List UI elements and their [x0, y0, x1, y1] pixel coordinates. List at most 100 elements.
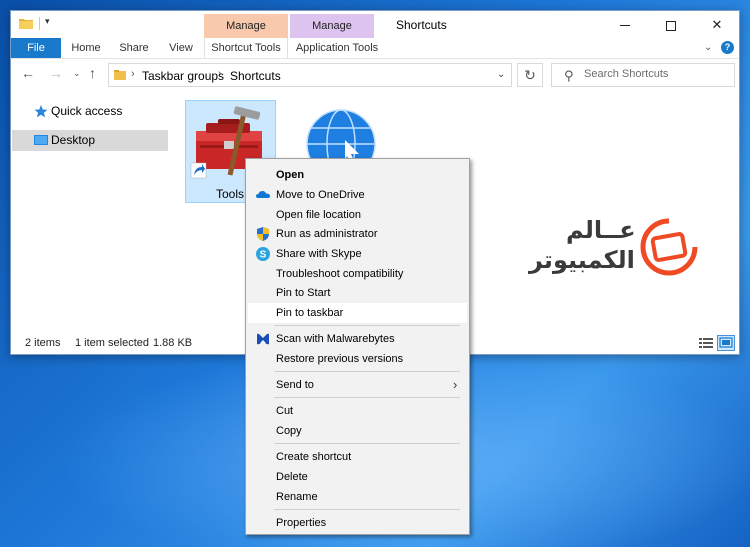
menu-item-label: Properties: [276, 517, 327, 529]
menu-item-run-as-administrator[interactable]: Run as administrator: [248, 224, 467, 244]
nav-item-label: Desktop: [51, 133, 96, 147]
breadcrumb-separator[interactable]: ›: [131, 68, 135, 80]
computer-world-logo-icon: [640, 218, 698, 276]
status-selected-size: 1.88 KB: [153, 337, 193, 349]
nav-item-label: Quick access: [51, 104, 123, 118]
menu-item-pin-to-start[interactable]: Pin to Start: [248, 283, 467, 303]
menu-item-cut[interactable]: Cut: [248, 401, 467, 421]
menu-item-copy[interactable]: Copy: [248, 421, 467, 441]
menu-item-restore-previous-versions[interactable]: Restore previous versions: [248, 349, 467, 369]
menu-item-troubleshoot-compatibility[interactable]: Troubleshoot compatibility: [248, 264, 467, 284]
desktop-icon: [34, 135, 48, 145]
breadcrumb-shortcuts[interactable]: Shortcuts: [230, 69, 281, 83]
address-bar[interactable]: › Taskbar groups › Shortcuts ⌄: [108, 63, 512, 87]
menu-item-label: Open: [276, 169, 305, 181]
forward-arrow-icon[interactable]: →: [49, 65, 63, 81]
menu-item-label: Copy: [276, 425, 302, 437]
back-arrow-icon[interactable]: ←: [21, 65, 35, 81]
menu-item-create-shortcut[interactable]: Create shortcut: [248, 447, 467, 467]
menu-item-label: Pin to Start: [276, 287, 331, 299]
malwarebytes-icon: [257, 333, 269, 345]
tab-home[interactable]: Home: [66, 38, 106, 58]
title-bar: ▾ Manage Manage Shortcuts ✕: [11, 11, 739, 38]
search-box[interactable]: ⚲: [551, 63, 735, 87]
folder-icon[interactable]: [19, 18, 33, 29]
breadcrumb-taskbar-groups[interactable]: Taskbar groups: [142, 69, 224, 83]
menu-item-label: Send to: [276, 379, 314, 391]
menu-item-open-file-location[interactable]: Open file location: [248, 205, 467, 225]
details-view-icon[interactable]: [698, 336, 714, 350]
large-icons-glyph: [719, 337, 733, 348]
tab-application-tools[interactable]: Application Tools: [290, 38, 384, 58]
menu-item-send-to[interactable]: Send to ›: [248, 375, 467, 395]
watermark-text-line1: عــالم: [566, 216, 636, 244]
maximize-button[interactable]: [648, 11, 694, 38]
context-menu: Open Move to OneDrive Open file location…: [245, 158, 470, 535]
menu-item-label: Open file location: [276, 209, 361, 221]
tab-file[interactable]: File: [11, 38, 61, 58]
up-arrow-icon[interactable]: ↑: [89, 65, 96, 81]
search-icon: ⚲: [564, 68, 574, 83]
menu-item-rename[interactable]: Rename: [248, 487, 467, 507]
menu-item-share-with-skype[interactable]: S Share with Skype: [248, 244, 467, 264]
folder-icon: [114, 70, 126, 80]
menu-item-label: Create shortcut: [276, 451, 352, 463]
menu-item-scan-with-malwarebytes[interactable]: Scan with Malwarebytes: [248, 329, 467, 349]
uac-shield-icon: [257, 227, 269, 241]
navigation-pane: Quick access Desktop: [11, 93, 171, 328]
close-icon: ✕: [711, 17, 723, 32]
address-row: ← → ⌄ ↑ › Taskbar groups › Shortcuts ⌄ ↻…: [11, 60, 739, 90]
maximize-icon: [666, 20, 676, 31]
nav-item-desktop[interactable]: Desktop: [12, 130, 168, 151]
skype-icon: S: [256, 247, 270, 261]
star-icon: [34, 105, 48, 118]
recent-locations-icon[interactable]: ⌄: [73, 68, 81, 79]
ribbon-tab-bar: File Home Share View Shortcut Tools Appl…: [11, 38, 739, 59]
menu-item-label: Troubleshoot compatibility: [276, 268, 404, 280]
menu-separator: [274, 371, 460, 372]
menu-item-label: Share with Skype: [276, 248, 362, 260]
status-item-count: 2 items: [25, 337, 61, 349]
menu-item-label: Cut: [276, 405, 294, 417]
menu-item-move-to-onedrive[interactable]: Move to OneDrive: [248, 185, 467, 205]
menu-separator: [274, 397, 460, 398]
menu-item-label: Run as administrator: [276, 228, 378, 240]
menu-item-label: Scan with Malwarebytes: [276, 333, 395, 345]
watermark-logo: عــالم الكمبيوتر: [526, 216, 698, 282]
menu-item-delete[interactable]: Delete: [248, 467, 467, 487]
tab-share[interactable]: Share: [114, 38, 154, 58]
status-selected-count: 1 item selected: [75, 337, 149, 349]
window-title: Shortcuts: [396, 18, 447, 32]
tab-manage-application[interactable]: Manage: [290, 14, 374, 38]
minimize-icon: [620, 25, 630, 27]
tab-view[interactable]: View: [163, 38, 199, 58]
submenu-arrow-icon: ›: [453, 377, 458, 392]
tab-shortcut-tools[interactable]: Shortcut Tools: [204, 38, 288, 58]
quick-access-separator: [39, 17, 40, 30]
tab-manage-shortcut[interactable]: Manage: [204, 14, 288, 38]
refresh-button[interactable]: ↻: [517, 63, 543, 87]
menu-separator: [274, 509, 460, 510]
minimize-button[interactable]: [602, 11, 648, 38]
expand-ribbon-icon[interactable]: ⌄: [704, 42, 712, 53]
menu-item-label: Delete: [276, 471, 308, 483]
menu-item-label: Rename: [276, 491, 318, 503]
svg-text:S: S: [260, 250, 267, 261]
menu-separator: [274, 443, 460, 444]
menu-item-label: Restore previous versions: [276, 353, 404, 365]
menu-item-properties[interactable]: Properties: [248, 513, 467, 533]
nav-item-quick-access[interactable]: Quick access: [12, 101, 168, 122]
help-icon[interactable]: ?: [721, 41, 734, 54]
menu-item-label: Pin to taskbar: [276, 307, 344, 319]
close-button[interactable]: ✕: [694, 11, 740, 38]
address-dropdown-icon[interactable]: ⌄: [497, 69, 505, 80]
customize-quick-access-icon[interactable]: ▾: [45, 16, 50, 27]
large-icons-view-icon[interactable]: [717, 335, 735, 351]
watermark-text-line2: الكمبيوتر: [529, 246, 635, 274]
menu-item-open[interactable]: Open: [248, 165, 467, 185]
onedrive-icon: [256, 191, 270, 198]
breadcrumb-separator[interactable]: ›: [218, 68, 222, 80]
menu-separator: [274, 325, 460, 326]
search-input[interactable]: [584, 68, 730, 80]
menu-item-pin-to-taskbar[interactable]: Pin to taskbar: [248, 303, 467, 323]
